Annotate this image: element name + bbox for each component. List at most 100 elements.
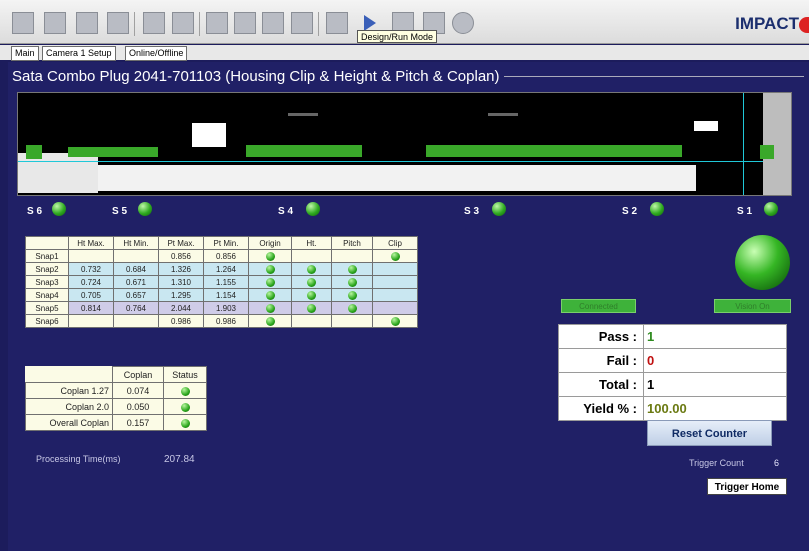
slot-s1-status-icon [764,202,778,216]
coplan-table: Coplan Status Coplan 1.27 0.074 Coplan 2… [25,366,207,431]
save-icon[interactable] [76,12,98,34]
row-label: Snap6 [25,314,69,328]
pt-min-cell: 1.264 [203,262,249,276]
origin-cell [248,275,292,289]
ht-status-icon [307,277,316,287]
snap-table: Ht Max. Ht Min. Pt Max. Pt Min. Origin H… [25,236,418,328]
origin-cell [248,314,292,328]
copy-icon[interactable] [234,12,256,34]
open-icon[interactable] [44,12,66,34]
new-icon[interactable] [12,12,34,34]
table-row: Coplan 1.27 0.074 [25,382,207,399]
origin-status-icon [265,303,275,313]
origin-cell [248,249,292,263]
ht-max-cell: 0.705 [68,288,114,302]
tab-main[interactable]: Main [11,46,39,61]
status-cell [163,382,207,399]
status-cell [163,414,207,431]
pitch-cell [331,249,373,263]
ht-min-cell: 0.684 [113,262,159,276]
pt-max-cell: 1.295 [158,288,204,302]
coplan-status-icon [180,386,190,396]
counter-table: Pass : 1 Fail : 0 Total : 1 Yield % : 10… [558,324,787,421]
pitch-cell [331,301,373,315]
ht-max-cell: 0.732 [68,262,114,276]
fail-label: Fail : [558,348,644,373]
pitch-status-icon [347,290,357,300]
layout-icon[interactable] [143,12,165,34]
delete-icon[interactable] [291,12,313,34]
tab-online-offline[interactable]: Online/Offline [125,46,188,61]
row-label: Snap5 [25,301,69,315]
paste-icon[interactable] [262,12,284,34]
ht-status-icon [307,303,316,313]
reset-counter-button[interactable]: Reset Counter [647,420,772,446]
row-label: Coplan 1.27 [25,382,113,399]
header-cell: Pt Max. [158,236,204,250]
pitch-cell [331,262,373,276]
pt-max-cell: 1.326 [158,262,204,276]
clip-status-icon [390,251,400,261]
ht-max-cell [68,249,114,263]
header-cell: Origin [248,236,292,250]
trigger-count-value: 6 [774,458,780,468]
save-as-icon[interactable] [107,12,129,34]
table-row: Snap2 0.732 0.684 1.326 1.264 [25,262,418,276]
ht-min-cell [113,314,159,328]
coplan-status-icon [180,402,190,412]
pitch-status-icon [347,264,357,274]
table-row: Snap5 0.814 0.764 2.044 1.903 [25,301,418,315]
header-cell: Pitch [331,236,373,250]
row-label: Snap1 [25,249,69,263]
pitch-cell [331,288,373,302]
row-label: Snap4 [25,288,69,302]
fail-row: Fail : 0 [558,348,787,373]
origin-status-icon [265,264,275,274]
pass-label: Pass : [558,324,644,349]
record-icon[interactable] [452,12,474,34]
search-icon[interactable] [326,12,348,34]
pt-max-cell: 2.044 [158,301,204,315]
toolbar-separator [318,12,319,36]
toolbar-separator [134,12,135,36]
pitch-cell [331,275,373,289]
pt-max-cell: 0.856 [158,249,204,263]
slot-label-s3: S 3 [464,206,480,217]
pass-row: Pass : 1 [558,324,787,349]
slot-label-s2: S 2 [622,206,638,217]
pt-min-cell: 0.856 [203,249,249,263]
clip-cell [372,301,418,315]
brand-mark-icon [799,17,809,33]
pitch-status-icon [347,277,357,287]
properties-icon[interactable] [172,12,194,34]
pt-min-cell: 0.986 [203,314,249,328]
status-cell [163,398,207,415]
row-label: Snap2 [25,262,69,276]
tab-camera-setup[interactable]: Camera 1 Setup [42,46,116,61]
toolbar-separator [199,12,200,36]
origin-status-icon [265,277,275,287]
yield-label: Yield % : [558,396,644,421]
ht-status-icon [307,290,316,300]
ht-max-cell: 0.814 [68,301,114,315]
total-row: Total : 1 [558,372,787,397]
slot-s3-status-icon [492,202,506,216]
coplan-status-icon [180,418,190,428]
cut-icon[interactable] [206,12,228,34]
tab-bar: Main Camera 1 Setup Online/Offline [0,45,809,61]
pt-min-cell: 1.154 [203,288,249,302]
header-cell: Ht Min. [113,236,159,250]
header-cell [25,366,113,383]
ht-max-cell [68,314,114,328]
origin-cell [248,262,292,276]
ht-min-cell: 0.657 [113,288,159,302]
table-row: Overall Coplan 0.157 [25,414,207,431]
pt-min-cell: 1.903 [203,301,249,315]
trigger-home-button[interactable]: Trigger Home [707,478,787,495]
coplan-value: 0.050 [112,398,164,415]
slot-label-s4: S 4 [278,206,294,217]
connected-indicator: Connected [561,299,636,313]
row-label: Coplan 2.0 [25,398,113,415]
processing-time-value: 207.84 [164,454,195,465]
slot-s2-status-icon [650,202,664,216]
